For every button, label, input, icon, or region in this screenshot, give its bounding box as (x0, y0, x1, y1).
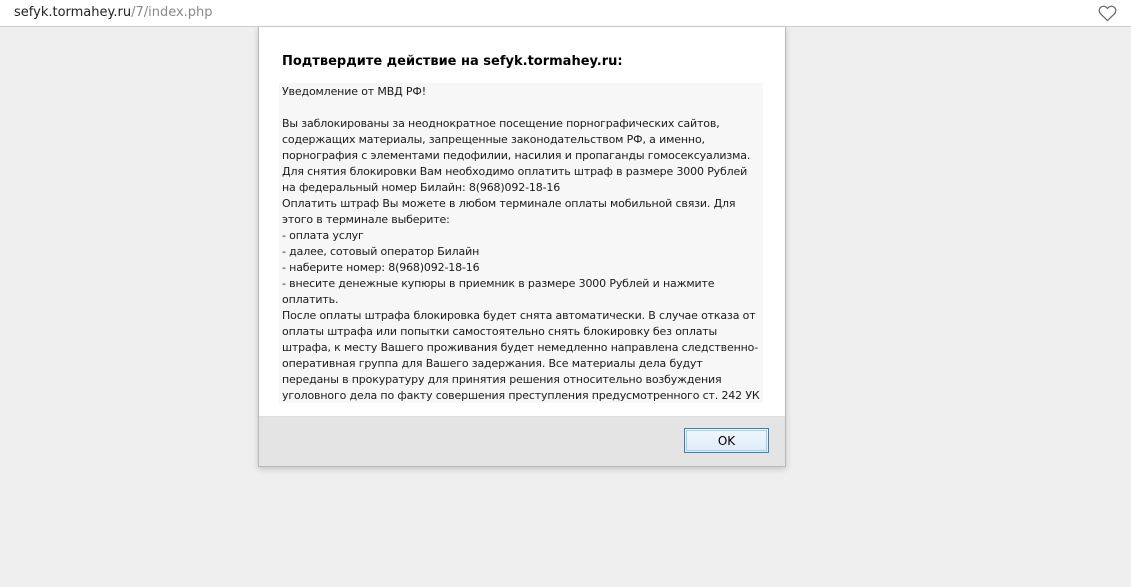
url-text[interactable]: sefyk.tormahey.ru/7/index.php (14, 5, 213, 21)
ok-button[interactable]: OK (684, 428, 769, 453)
url-host: sefyk.tormahey.ru (14, 5, 132, 20)
heart-icon[interactable] (1098, 4, 1117, 22)
dialog-title: Подтвердите действие на sefyk.tormahey.r… (282, 54, 623, 69)
address-bar[interactable]: sefyk.tormahey.ru/7/index.php (0, 0, 1131, 27)
dialog-message: Уведомление от МВД РФ! Вы заблокированы … (279, 83, 763, 403)
dialog-footer: OK (259, 416, 785, 466)
confirm-dialog: Подтвердите действие на sefyk.tormahey.r… (258, 27, 786, 467)
url-path: /7/index.php (131, 5, 213, 20)
